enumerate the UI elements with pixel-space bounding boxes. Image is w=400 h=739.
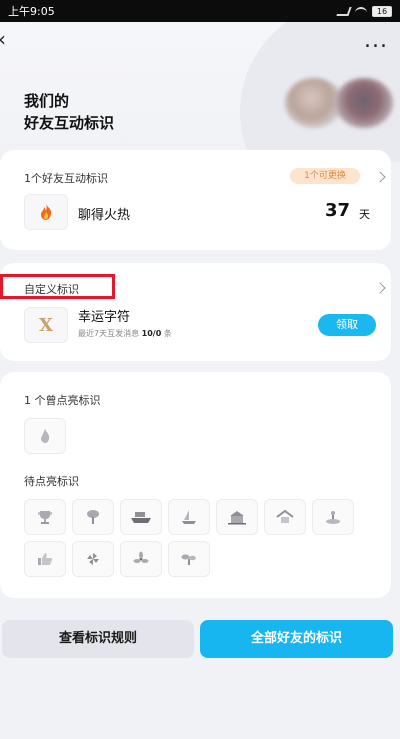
wifi-icon <box>355 6 367 16</box>
fountain-icon <box>326 511 340 524</box>
fan-icon <box>133 551 149 563</box>
status-time: 上午9:05 <box>8 5 55 18</box>
pending-badge-tree[interactable] <box>72 499 114 535</box>
friend-badge-count-label: 1个好友互动标识 <box>24 172 108 185</box>
view-rules-button[interactable]: 查看标识规则 <box>2 620 194 658</box>
pending-badge-fountain[interactable] <box>312 499 354 535</box>
status-bar: 上午9:05 16 <box>0 0 400 22</box>
page-title-line-1: 我们的 <box>24 92 70 110</box>
badge-tile-chat-hot <box>24 194 68 230</box>
pending-badges-label: 待点亮标识 <box>24 475 79 488</box>
ship-icon <box>131 512 151 523</box>
trophy-icon <box>38 511 52 524</box>
back-icon[interactable]: ‹ <box>0 29 12 49</box>
cabin-icon <box>276 509 294 523</box>
lit-badge-tile[interactable] <box>24 418 66 454</box>
pending-badge-sprout[interactable] <box>168 541 210 577</box>
lucky-char-icon: X <box>39 314 53 336</box>
badge-name-chat-hot: 聊得火热 <box>78 208 131 223</box>
flame-grey-icon <box>41 429 50 443</box>
pending-badge-ship[interactable] <box>120 499 162 535</box>
pending-badge-house[interactable] <box>216 499 258 535</box>
pending-badge-fan[interactable] <box>120 541 162 577</box>
avatar-self[interactable] <box>335 78 393 128</box>
pending-badge-thumbs-up[interactable] <box>24 541 66 577</box>
status-icons: 16 <box>336 5 392 17</box>
streak-days-value: 37 <box>324 200 350 221</box>
battery-icon: 16 <box>372 5 392 17</box>
badge-tile-lucky-char: X <box>24 307 68 343</box>
signal-icon <box>336 6 352 16</box>
lucky-char-progress-prefix: 最近7天互发消息 <box>78 329 140 338</box>
page-title: 我们的 好友互动标识 <box>24 90 114 134</box>
tree-icon <box>87 510 99 524</box>
claim-button[interactable]: 领取 <box>318 314 376 336</box>
pinwheel-icon <box>87 553 99 565</box>
highlight-box <box>0 274 115 299</box>
lucky-char-progress-value: 10/0 <box>141 329 162 338</box>
replaceable-badge-pill[interactable]: 1个可更换 <box>290 168 360 184</box>
pending-badge-pinwheel[interactable] <box>72 541 114 577</box>
fire-icon <box>40 204 52 220</box>
lucky-char-progress: 最近7天互发消息 10/0 条 <box>78 328 172 339</box>
sailboat-icon <box>182 510 196 524</box>
lit-badges-label: 1 个曾点亮标识 <box>24 394 101 407</box>
streak-days-unit: 天 <box>359 208 370 221</box>
sprout-icon <box>181 554 196 565</box>
all-friends-badges-button[interactable]: 全部好友的标识 <box>200 620 393 658</box>
house-icon <box>228 511 246 525</box>
badge-name-lucky-char: 幸运字符 <box>78 310 131 325</box>
pending-badge-sailboat[interactable] <box>168 499 210 535</box>
pending-badge-cabin[interactable] <box>264 499 306 535</box>
pending-badge-trophy[interactable] <box>24 499 66 535</box>
page-title-line-2: 好友互动标识 <box>24 114 115 132</box>
more-options-icon[interactable]: ... <box>364 30 388 52</box>
thumbs-up-icon <box>38 553 53 565</box>
lucky-char-progress-suffix: 条 <box>163 329 172 338</box>
